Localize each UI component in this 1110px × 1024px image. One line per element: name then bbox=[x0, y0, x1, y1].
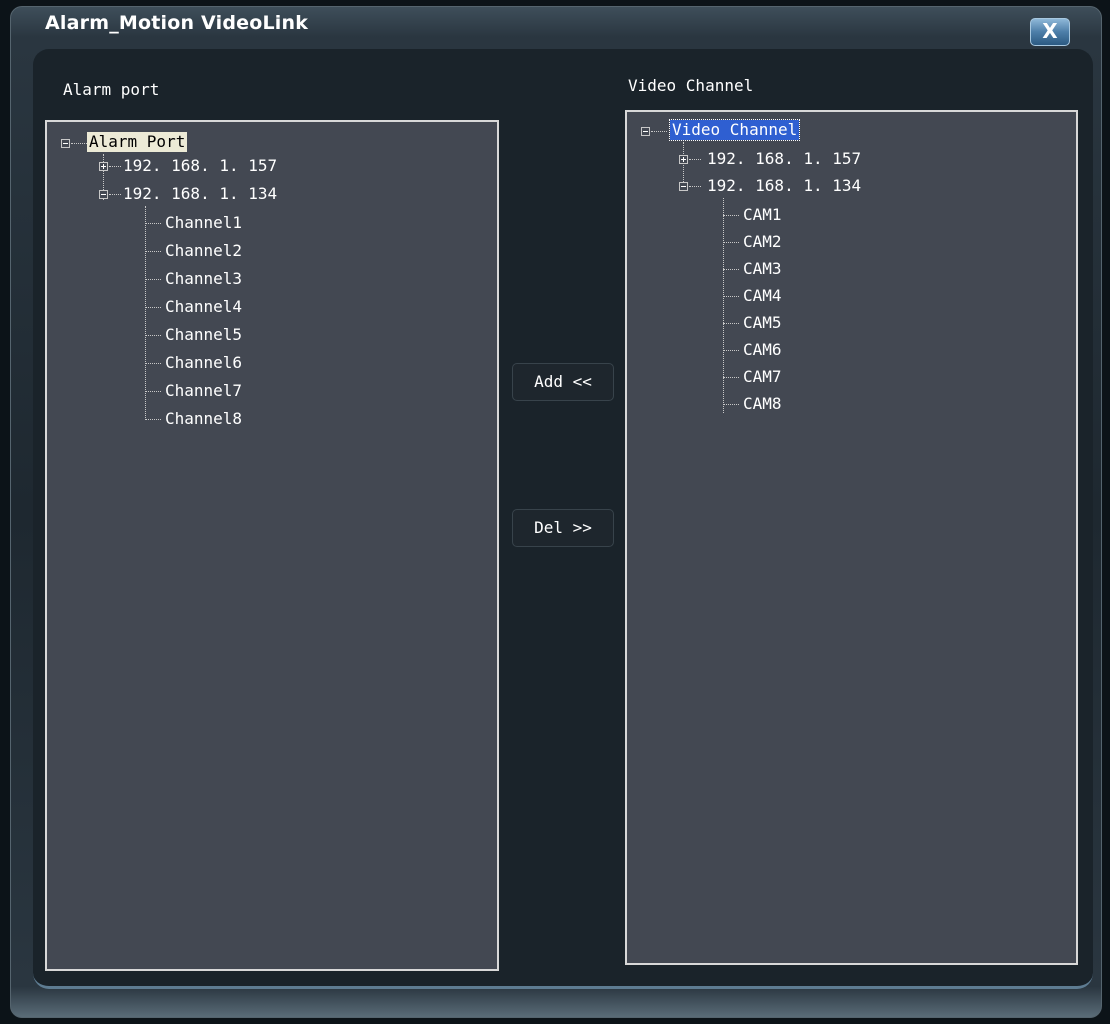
tree-channel-6[interactable]: Channel6 bbox=[165, 353, 242, 373]
alarm-port-label: Alarm port bbox=[63, 80, 160, 99]
tree-cam-3[interactable]: CAM3 bbox=[743, 259, 782, 279]
dialog-title: Alarm_Motion VideoLink bbox=[45, 12, 309, 34]
alarm-port-tree[interactable]: Alarm Port 192. 168. 1. 157 192. 168. 1.… bbox=[45, 120, 499, 971]
tree-connector bbox=[651, 131, 667, 132]
collapse-icon[interactable] bbox=[61, 139, 70, 148]
tree-connector bbox=[145, 223, 161, 224]
tree-connector bbox=[145, 363, 161, 364]
tree-connector bbox=[723, 269, 739, 270]
tree-root-alarm-port[interactable]: Alarm Port bbox=[87, 132, 188, 152]
tree-cam-8[interactable]: CAM8 bbox=[743, 394, 782, 414]
tree-connector bbox=[145, 279, 161, 280]
tree-host-134[interactable]: 192. 168. 1. 134 bbox=[123, 184, 277, 204]
tree-root-video-channel[interactable]: Video Channel bbox=[668, 119, 801, 141]
tree-channel-8[interactable]: Channel8 bbox=[165, 409, 242, 429]
tree-channel-2[interactable]: Channel2 bbox=[165, 241, 242, 261]
tree-channel-4[interactable]: Channel4 bbox=[165, 297, 242, 317]
expand-icon[interactable] bbox=[99, 162, 108, 171]
tree-connector bbox=[145, 307, 161, 308]
tree-host-157[interactable]: 192. 168. 1. 157 bbox=[123, 156, 277, 176]
video-channel-tree[interactable]: Video Channel 192. 168. 1. 157 192. 168.… bbox=[625, 110, 1078, 965]
tree-cam-5[interactable]: CAM5 bbox=[743, 313, 782, 333]
del-button[interactable]: Del >> bbox=[512, 509, 614, 547]
add-button[interactable]: Add << bbox=[512, 363, 614, 401]
alarm-motion-videolink-dialog: Alarm_Motion VideoLink X Alarm port Vide… bbox=[0, 0, 1110, 1024]
tree-cam-1[interactable]: CAM1 bbox=[743, 205, 782, 225]
tree-channel-5[interactable]: Channel5 bbox=[165, 325, 242, 345]
tree-cam-2[interactable]: CAM2 bbox=[743, 232, 782, 252]
tree-connector bbox=[723, 404, 739, 405]
tree-connector bbox=[723, 296, 739, 297]
tree-connector bbox=[109, 166, 121, 167]
tree-connector bbox=[723, 242, 739, 243]
tree-channel-3[interactable]: Channel3 bbox=[165, 269, 242, 289]
tree-connector bbox=[723, 198, 724, 413]
close-button[interactable]: X bbox=[1030, 18, 1070, 46]
tree-connector bbox=[723, 215, 739, 216]
tree-connector bbox=[145, 335, 161, 336]
tree-connector bbox=[145, 419, 161, 420]
tree-connector bbox=[723, 323, 739, 324]
tree-channel-7[interactable]: Channel7 bbox=[165, 381, 242, 401]
tree-channel-1[interactable]: Channel1 bbox=[165, 213, 242, 233]
collapse-icon[interactable] bbox=[679, 182, 688, 191]
tree-connector bbox=[689, 186, 701, 187]
tree-connector bbox=[145, 251, 161, 252]
tree-host-134[interactable]: 192. 168. 1. 134 bbox=[707, 176, 861, 196]
video-channel-label: Video Channel bbox=[628, 76, 754, 95]
tree-cam-6[interactable]: CAM6 bbox=[743, 340, 782, 360]
tree-connector bbox=[689, 159, 701, 160]
expand-icon[interactable] bbox=[679, 155, 688, 164]
tree-connector bbox=[109, 194, 121, 195]
tree-cam-4[interactable]: CAM4 bbox=[743, 286, 782, 306]
tree-connector bbox=[723, 350, 739, 351]
tree-connector bbox=[71, 143, 87, 144]
tree-connector bbox=[723, 377, 739, 378]
close-icon: X bbox=[1042, 19, 1058, 43]
collapse-icon[interactable] bbox=[641, 127, 650, 136]
tree-host-157[interactable]: 192. 168. 1. 157 bbox=[707, 149, 861, 169]
collapse-icon[interactable] bbox=[99, 190, 108, 199]
tree-cam-7[interactable]: CAM7 bbox=[743, 367, 782, 387]
tree-connector bbox=[145, 206, 146, 420]
tree-connector bbox=[145, 391, 161, 392]
